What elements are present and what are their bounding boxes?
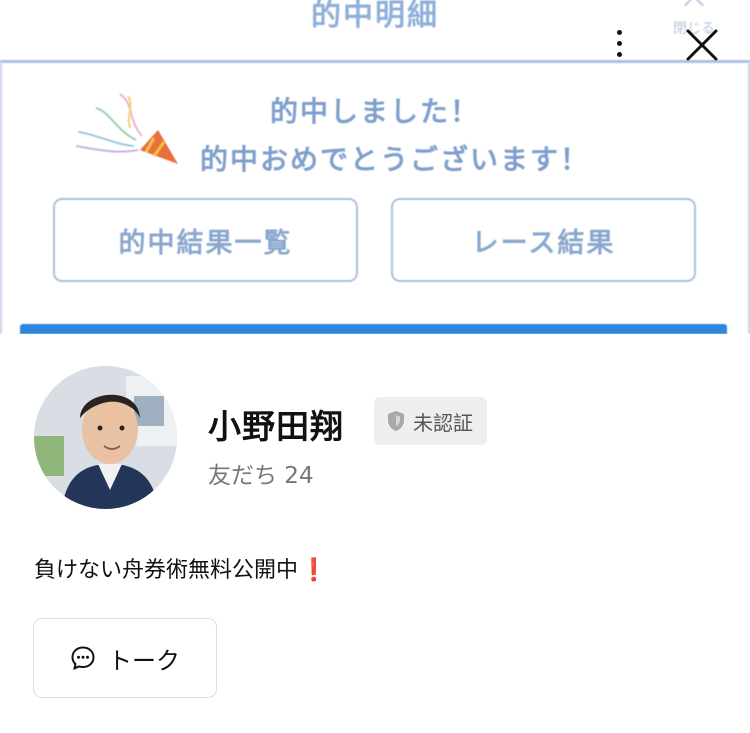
talk-button[interactable]: トーク	[33, 618, 217, 698]
avatar-image	[34, 366, 177, 509]
cover-hit-list-button: 的中結果一覧	[53, 198, 358, 282]
talk-button-label: トーク	[108, 646, 180, 675]
verification-label: 未認証	[413, 410, 473, 435]
cover-title: 的中明細	[311, 0, 439, 33]
shield-icon	[388, 411, 404, 431]
avatar[interactable]	[34, 366, 177, 509]
cover-accent-bar	[20, 324, 727, 334]
status-message-text: 負けない舟券術無料公開中	[34, 558, 299, 583]
cover-race-results-button: レース結果	[391, 198, 696, 282]
friends-count: 友だち 24	[208, 463, 314, 489]
cover-divider	[0, 60, 750, 63]
cover-image[interactable]: 的中明細 閉じる 的中しました！ 的中おめでとうございます！ 的中結果一覧 レー…	[0, 0, 750, 334]
close-icon[interactable]	[682, 26, 722, 64]
status-message: 負けない舟券術無料公開中❗	[34, 552, 327, 584]
profile-name: 小野田翔	[208, 407, 344, 446]
exclamation-emoji: ❗	[300, 558, 328, 583]
cover-message-line1: 的中しました！	[269, 95, 480, 128]
chat-bubble-icon	[71, 646, 95, 670]
verification-badge[interactable]: 未認証	[374, 397, 487, 445]
cover-message-line2: 的中おめでとうございます！	[199, 143, 590, 176]
more-options-button[interactable]	[606, 26, 634, 62]
chevron-up-icon	[684, 0, 704, 15]
